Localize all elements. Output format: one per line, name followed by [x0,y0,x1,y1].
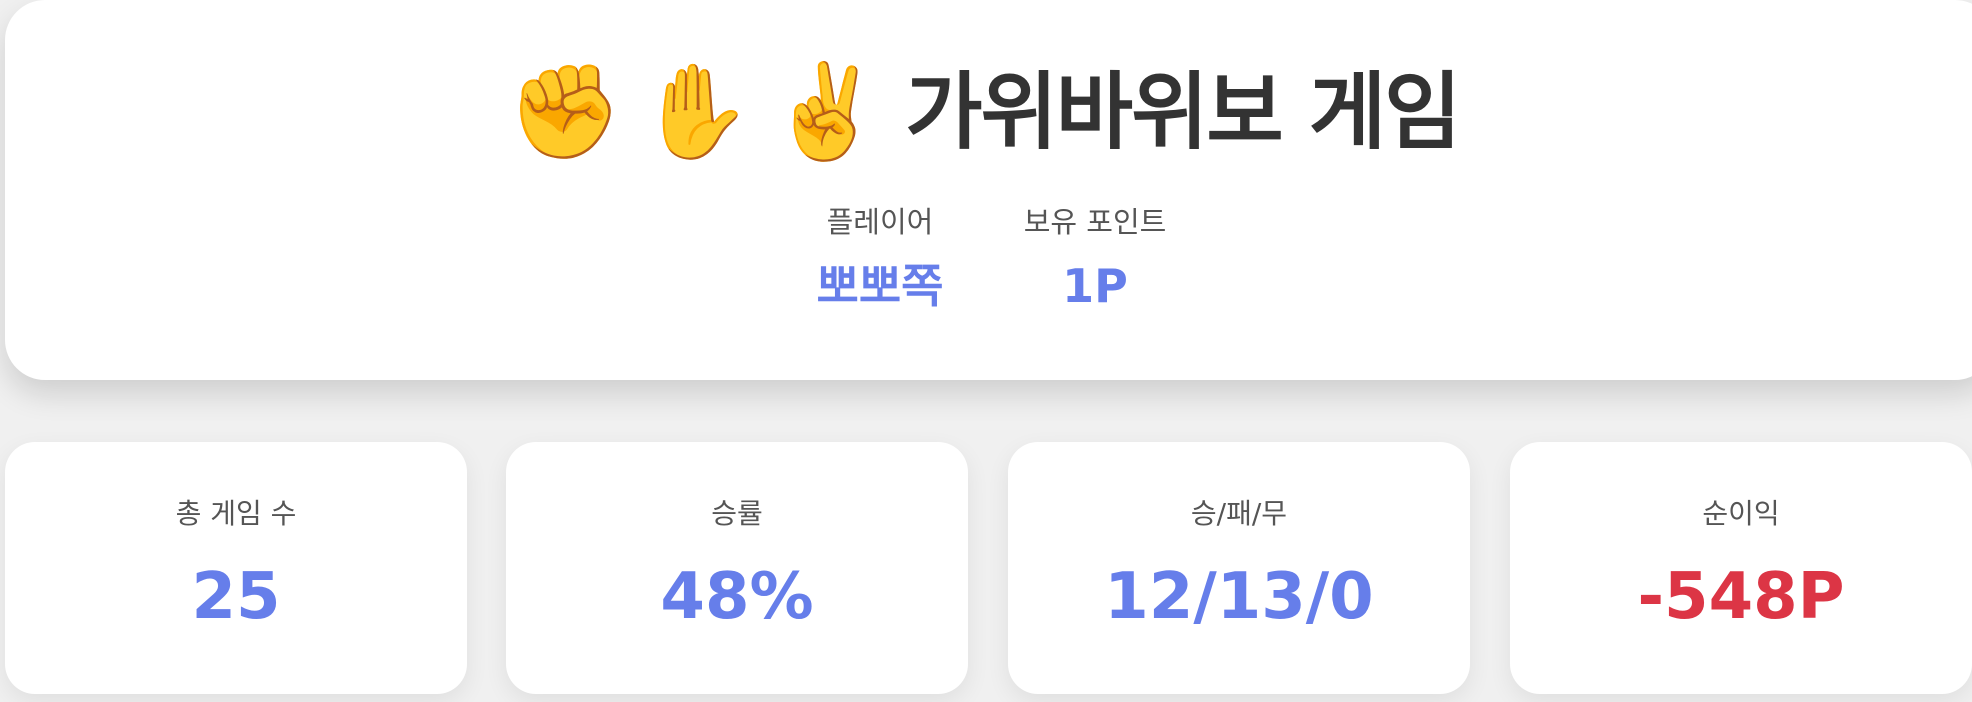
header-card [5,0,1972,380]
scissors-victory-hand-icon: ✌️ [768,58,884,165]
stat-value-total-games: 25 [191,560,281,634]
stat-card-net-profit: 순이익 -548P [1510,442,1972,694]
stat-value-win-rate: 48% [660,560,814,634]
player-info: 플레이어 뽀뽀쪽 [780,200,980,320]
paper-hand-icon: ✋ [638,58,753,165]
page-title-group: ✊ ✋ ✌️ 가위바위보 게임 [507,58,1462,165]
stat-label-total-games: 총 게임 수 [175,497,297,530]
stat-value-net-profit: -548P [1637,560,1845,634]
stat-card-win-loss-draw: 승/패/무 12/13/0 [1008,442,1470,694]
title-row: ✊ ✋ ✌️ 가위바위보 게임 [0,62,1972,162]
rock-fist-icon: ✊ [507,58,623,165]
stat-card-win-rate: 승률 48% [506,442,968,694]
points-value: 1P [1062,259,1128,313]
player-name: 뽀뽀쪽 [816,259,944,313]
stat-card-total-games: 총 게임 수 25 [5,442,467,694]
stat-label-win-rate: 승률 [711,497,763,530]
stat-value-win-loss-draw: 12/13/0 [1104,560,1374,634]
stat-label-win-loss-draw: 승/패/무 [1190,497,1288,530]
points-info: 보유 포인트 1P [1010,200,1180,320]
stat-label-net-profit: 순이익 [1702,497,1780,530]
page-title: 가위바위보 게임 [905,63,1461,161]
points-label: 보유 포인트 [1023,205,1167,239]
player-label: 플레이어 [826,205,934,239]
